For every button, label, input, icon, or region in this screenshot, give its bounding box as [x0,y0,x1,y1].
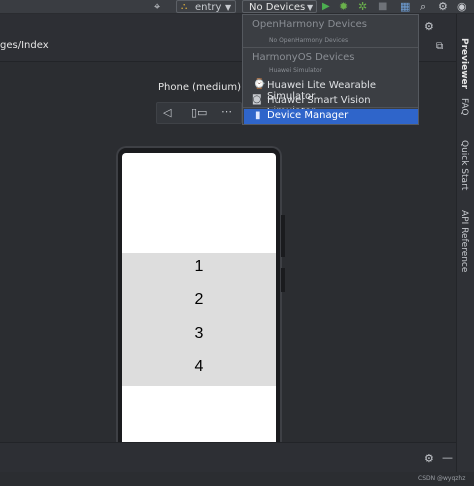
device-selector[interactable]: No Devices ▼ [242,0,317,13]
group-header-openharmony: OpenHarmony Devices [252,19,367,30]
device-manager-icon[interactable]: ▦ [400,1,410,13]
list-item: 1 [194,258,204,275]
menu-item-device-manager[interactable]: ▮ Device Manager [244,109,418,124]
list-item: 3 [194,325,204,342]
device-dropdown-menu: OpenHarmony Devices No OpenHarmony Devic… [242,14,419,125]
tab-api-reference[interactable]: API Reference [459,210,469,272]
menu-divider [243,107,418,108]
module-selector[interactable]: ⛬ entry ▼ [176,0,236,13]
settings-icon[interactable]: ⚙ [424,452,434,465]
device-name-label: Phone (medium) [158,82,242,93]
minimize-icon[interactable]: — [442,451,453,464]
group-header-harmonyos: HarmonyOS Devices [252,52,355,63]
right-tool-strip: Previewer FAQ Quick Start API Reference [456,14,474,486]
main-toolbar: ⌖ ⛬ entry ▼ No Devices ▼ ▶ ✹ ✲ ■ ▦ ⌕ ⚙ ◉ [0,0,474,14]
menu-item-label: Device Manager [267,110,349,121]
settings-icon[interactable]: ⚙ [438,1,448,13]
watermark: CSDN @wyqzhz [418,475,466,482]
phone-icon: ▮ [255,110,261,121]
search-icon[interactable]: ⌕ [420,1,426,13]
status-bar: CSDN @wyqzhz [0,472,474,486]
back-icon[interactable]: ◁ [163,106,171,119]
profile-icon[interactable]: ✲ [358,1,367,13]
number-list: 1 2 3 4 [122,253,276,386]
more-icon[interactable]: ⋯ [221,105,232,118]
phone-side-button [281,268,285,292]
bottom-panel-bar: ⚙ — [0,442,456,472]
tab-quick-start[interactable]: Quick Start [459,140,469,190]
list-item: 2 [194,291,204,308]
debug-icon[interactable]: ✹ [339,1,348,13]
watch-icon: ⌚ [253,79,266,90]
module-icon: ⛬ [181,2,188,12]
stop-icon[interactable]: ■ [378,1,387,13]
camera-icon: ◙ [252,94,262,105]
run-icon[interactable]: ▶ [322,1,330,13]
group-empty-label: No OpenHarmony Devices [269,37,349,44]
phone-side-button [281,215,285,257]
preview-toolbar: ◁ ▯▭ ⋯ [156,102,242,124]
list-item: 4 [194,358,204,375]
group-sub-label: Huawei Simulator [269,67,323,74]
expand-icon[interactable]: ⧉ [436,41,443,52]
chevron-down-icon: ▼ [225,3,232,12]
file-path-label: ges/Index [0,40,49,51]
tab-previewer[interactable]: Previewer [459,38,469,89]
tab-faq[interactable]: FAQ [459,98,469,115]
settings-icon[interactable]: ⚙ [424,20,434,33]
menu-divider [243,47,418,48]
phone-screen: 1 2 3 4 [122,153,276,456]
multi-device-icon[interactable]: ▯▭ [191,106,207,119]
device-selector-label: No Devices [249,2,306,13]
target-icon[interactable]: ⌖ [154,1,160,13]
avatar-icon[interactable]: ◉ [457,1,467,13]
chevron-down-icon: ▼ [307,3,314,12]
module-selector-label: entry [195,2,222,13]
